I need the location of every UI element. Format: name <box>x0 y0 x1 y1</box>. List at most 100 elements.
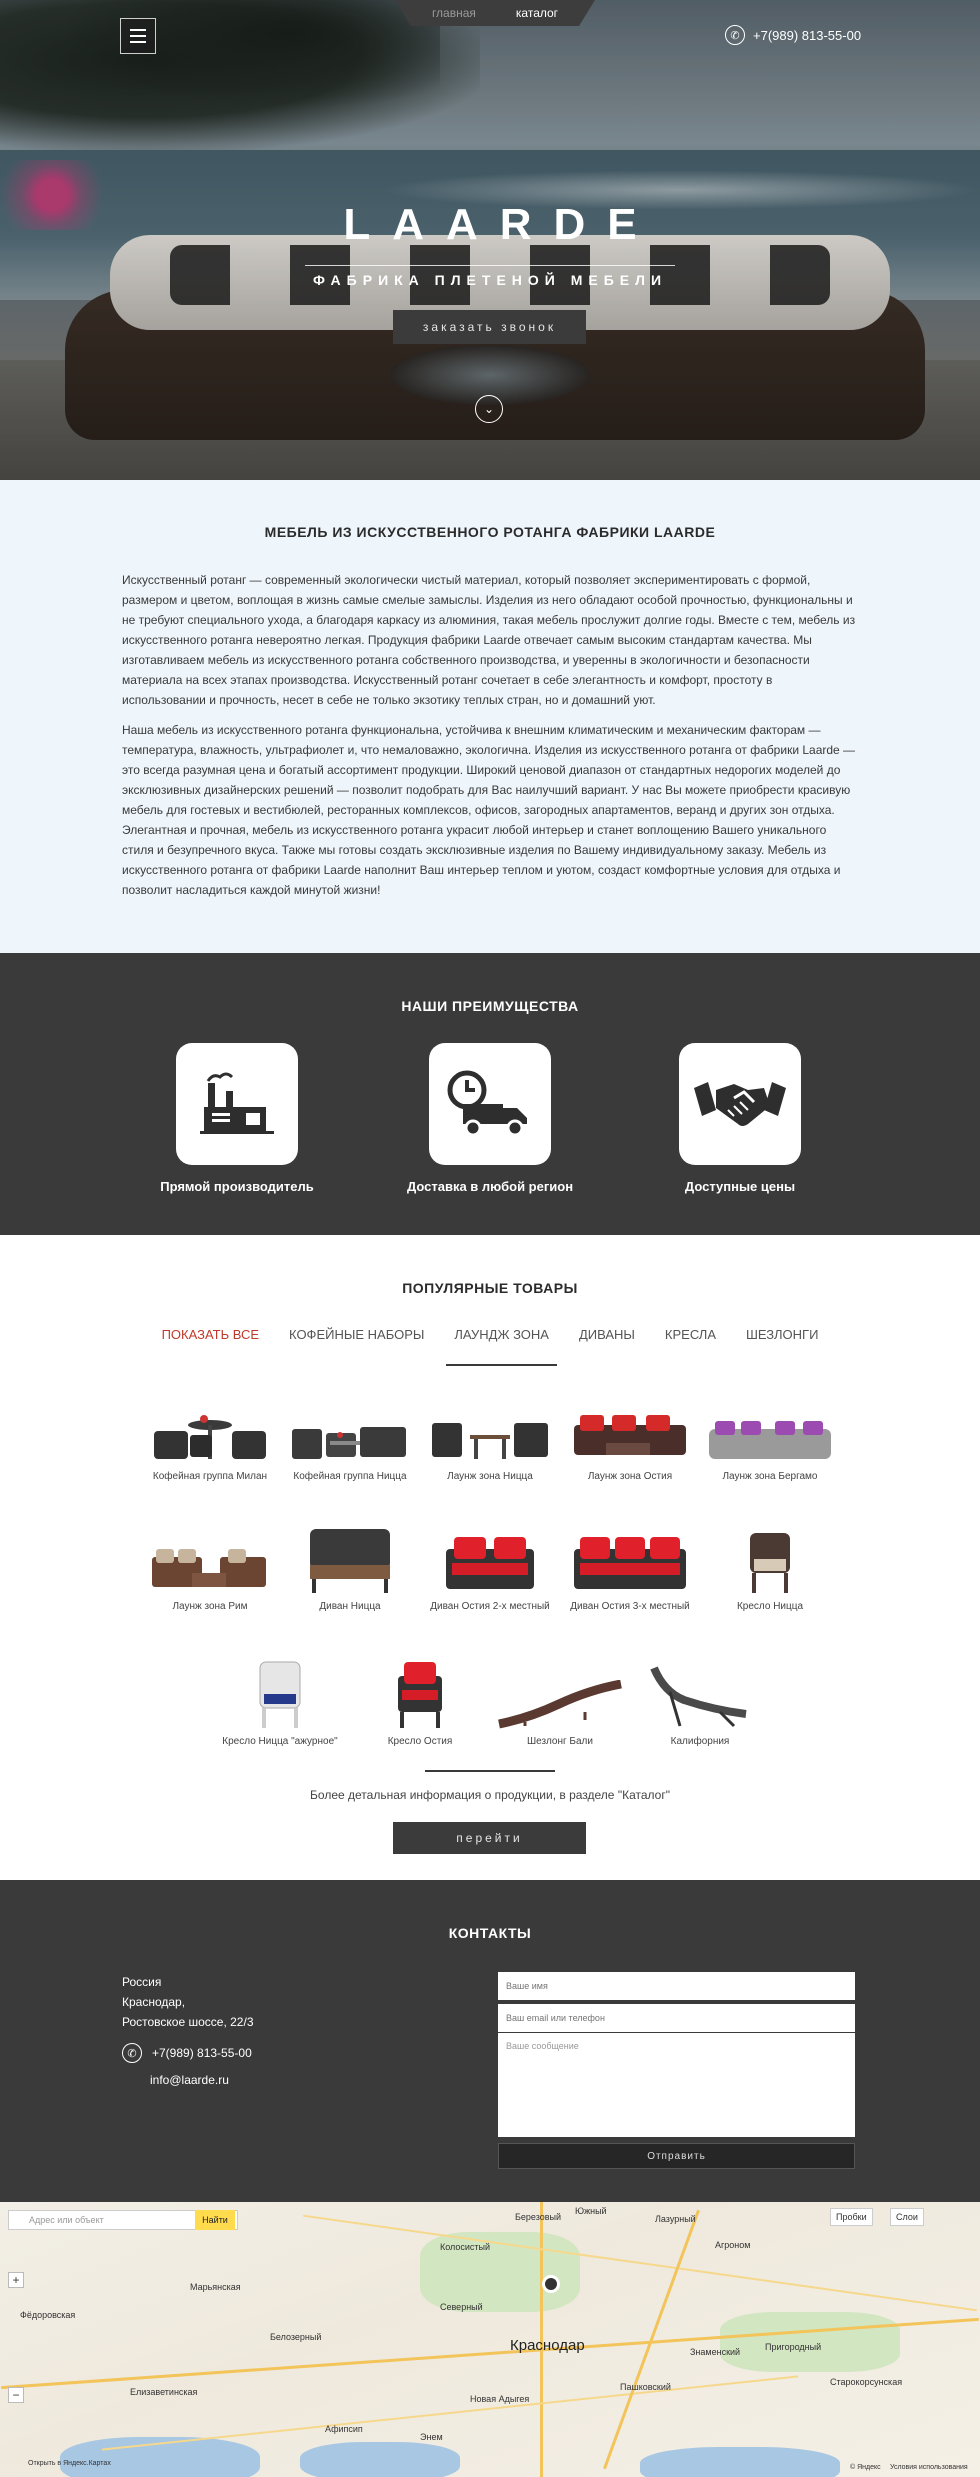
product-name: Лаунж зона Ницца <box>447 1471 533 1482</box>
product-card[interactable]: Диван Остия 2-х местный <box>420 1523 560 1612</box>
map-place-label: Елизаветинская <box>130 2387 198 2397</box>
message-textarea[interactable]: Ваше сообщение <box>498 2033 855 2137</box>
map-terms-link[interactable]: Условия использования <box>890 2464 968 2471</box>
catalog-info-text: Более детальная информация о продукции, … <box>310 1788 670 1802</box>
contact-phone-number: +7(989) 813-55-00 <box>152 2046 252 2060</box>
product-card[interactable]: Кресло Остия <box>350 1658 490 1747</box>
product-image <box>280 1523 420 1595</box>
product-card[interactable]: Кофейная группа Милан <box>140 1393 280 1482</box>
tab-armchairs[interactable]: КРЕСЛА <box>665 1327 716 1366</box>
delivery-truck-icon <box>447 1070 527 1137</box>
top-nav: главная каталог <box>395 0 595 26</box>
advantage-icon-box <box>429 1043 551 1165</box>
tab-sofas[interactable]: ДИВАНЫ <box>579 1327 635 1366</box>
advantages-section: НАШИ ПРЕИМУЩЕСТВА Прямой производитель Д… <box>0 953 980 1235</box>
product-image <box>630 1658 770 1730</box>
factory-icon <box>200 1072 274 1134</box>
go-to-catalog-button[interactable]: перейти <box>393 1822 586 1854</box>
scroll-down-icon[interactable]: ⌄ <box>475 395 503 423</box>
product-card[interactable]: Калифорния <box>630 1658 770 1747</box>
address-city: Краснодар, <box>122 1995 186 2009</box>
handshake-icon <box>694 1082 786 1126</box>
product-name: Лаунж зона Рим <box>172 1601 248 1612</box>
advantage-item: Прямой производитель <box>117 1043 357 1194</box>
map-place-label: Пашковский <box>620 2382 671 2392</box>
product-image <box>280 1393 420 1465</box>
map-place-label: Новая Адыгея <box>470 2394 530 2404</box>
menu-icon-bar <box>130 41 146 43</box>
product-card[interactable]: Диван Остия 3-х местный <box>560 1523 700 1612</box>
zoom-out-icon[interactable]: − <box>8 2387 24 2403</box>
map-copyright: © Яндекс <box>850 2464 881 2471</box>
map-place-label: Пригородный <box>765 2342 822 2352</box>
header-phone-number: +7(989) 813-55-00 <box>753 27 862 43</box>
advantage-label: Доступные цены <box>684 1179 796 1194</box>
map-place-label: Березовый <box>515 2212 562 2222</box>
nav-home-link[interactable]: главная <box>432 6 476 20</box>
product-name: Шезлонг Бали <box>527 1736 593 1747</box>
name-input[interactable] <box>498 1972 855 2000</box>
map-layers-button[interactable]: Слои <box>890 2208 924 2226</box>
map-place-label: Энем <box>420 2432 443 2442</box>
map-place-label: Белозерный <box>270 2332 322 2342</box>
product-name: Лаунж зона Остия <box>587 1471 673 1482</box>
product-card[interactable]: Кофейная группа Ницца <box>280 1393 420 1482</box>
product-card[interactable]: Лаунж зона Остия <box>560 1393 700 1482</box>
map-place-label: Старокорсунская <box>830 2377 903 2387</box>
tab-show-all[interactable]: ПОКАЗАТЬ ВСЕ <box>162 1327 259 1366</box>
about-paragraph-1: Искусственный ротанг — современный эколо… <box>122 573 856 707</box>
map-find-button[interactable]: Найти <box>195 2210 235 2230</box>
map-open-link[interactable]: Открыть в Яндекс.Картах <box>28 2460 111 2467</box>
contact-email[interactable]: info@laarde.ru <box>150 2073 229 2087</box>
product-card[interactable]: Лаунж зона Бергамо <box>700 1393 840 1482</box>
map-city-label: Краснодар <box>510 2337 585 2354</box>
header-phone[interactable]: ✆ +7(989) 813-55-00 <box>725 25 861 45</box>
product-card[interactable]: Лаунж зона Рим <box>140 1523 280 1612</box>
phone-icon: ✆ <box>725 25 745 45</box>
map-pin-icon[interactable] <box>542 2275 560 2293</box>
catalog-divider <box>425 1770 555 1772</box>
product-image <box>490 1658 630 1730</box>
tab-lounge-zone[interactable]: ЛАУНДЖ ЗОНА <box>446 1327 557 1366</box>
map-place-label: Фёдоровская <box>20 2310 76 2320</box>
product-card[interactable]: Диван Ницца <box>280 1523 420 1612</box>
contact-input[interactable] <box>498 2004 855 2032</box>
map-place-label: Северный <box>440 2302 483 2312</box>
nav-catalog-link[interactable]: каталог <box>516 6 558 20</box>
tab-coffee-sets[interactable]: КОФЕЙНЫЕ НАБОРЫ <box>289 1327 424 1366</box>
advantage-label: Доставка в любой регион <box>406 1179 574 1194</box>
map-road <box>101 2375 799 2451</box>
address-street: Ростовское шоссе, 22/3 <box>122 2015 254 2029</box>
about-paragraph-2: Наша мебель из искусственного ротанга фу… <box>122 723 856 897</box>
map-water <box>300 2442 460 2477</box>
product-name: Калифорния <box>670 1736 730 1747</box>
product-image <box>420 1393 560 1465</box>
menu-button[interactable] <box>120 18 156 54</box>
product-card[interactable]: Кресло Ницца "ажурное" <box>210 1658 350 1747</box>
product-image <box>560 1523 700 1595</box>
product-image <box>350 1658 490 1730</box>
send-button[interactable]: Отправить <box>498 2143 855 2169</box>
products-section: ПОПУЛЯРНЫЕ ТОВАРЫ ПОКАЗАТЬ ВСЕ КОФЕЙНЫЕ … <box>0 1235 980 1880</box>
request-call-button[interactable]: заказать звонок <box>393 310 586 344</box>
contact-phone[interactable]: ✆ +7(989) 813-55-00 <box>122 2043 252 2063</box>
product-card[interactable]: Шезлонг Бали <box>490 1658 630 1747</box>
product-card[interactable]: Лаунж зона Ницца <box>420 1393 560 1482</box>
product-card[interactable]: Кресло Ницца <box>700 1523 840 1612</box>
map-water <box>640 2447 840 2477</box>
product-name: Диван Остия 3-х местный <box>570 1601 690 1612</box>
yandex-map[interactable]: Краснодар Марьянская Фёдоровская Елизаве… <box>0 2202 980 2477</box>
map-road <box>303 2214 977 2312</box>
product-filter-tabs: ПОКАЗАТЬ ВСЕ КОФЕЙНЫЕ НАБОРЫ ЛАУНДЖ ЗОНА… <box>0 1327 980 1366</box>
product-image <box>700 1523 840 1595</box>
advantage-icon-box <box>679 1043 801 1165</box>
zoom-in-icon[interactable]: + <box>8 2272 24 2288</box>
products-title: ПОПУЛЯРНЫЕ ТОВАРЫ <box>402 1280 578 1296</box>
map-traffic-button[interactable]: Пробки <box>830 2208 873 2226</box>
about-section: МЕБЕЛЬ ИЗ ИСКУССТВЕННОГО РОТАНГА ФАБРИКИ… <box>0 480 980 953</box>
advantage-item: Доставка в любой регион <box>370 1043 610 1194</box>
map-place-label: Агроном <box>715 2240 751 2250</box>
product-name: Кофейная группа Милан <box>152 1471 268 1482</box>
tab-loungers[interactable]: ШЕЗЛОНГИ <box>746 1327 818 1366</box>
product-name: Лаунж зона Бергамо <box>722 1471 818 1482</box>
